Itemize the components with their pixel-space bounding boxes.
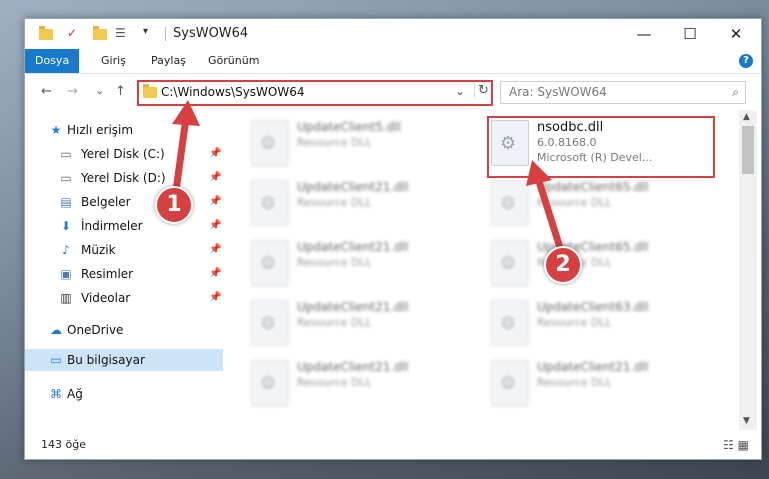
- annotation-arrows: [171, 100, 566, 258]
- callout-2: 2: [544, 246, 582, 284]
- callout-1: 1: [155, 186, 193, 224]
- arrow-1: [171, 100, 200, 202]
- arrow-2: [526, 160, 566, 258]
